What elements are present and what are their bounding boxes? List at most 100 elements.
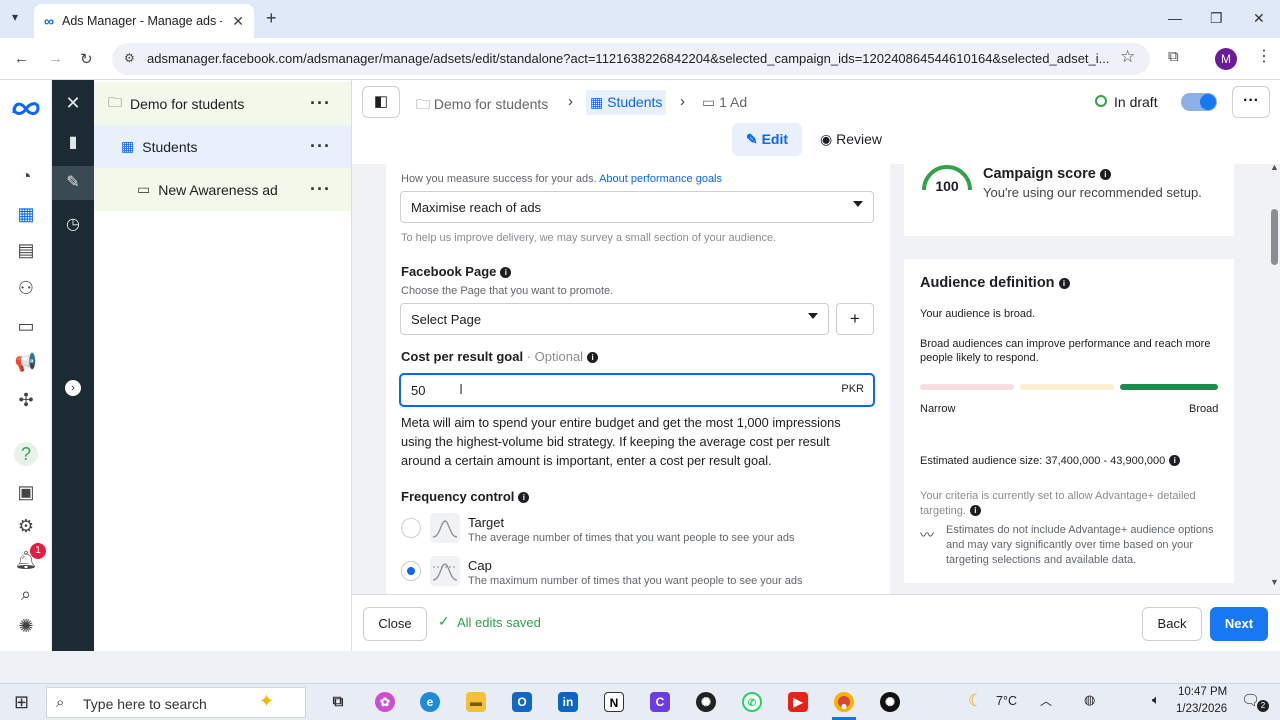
- close-tab-icon[interactable]: ✕: [232, 13, 244, 30]
- tree-item-campaign[interactable]: 🗀 Demo for students ···: [94, 82, 351, 125]
- crumb-adset[interactable]: ▦ Students: [586, 90, 667, 115]
- ad-icon: ▭: [137, 181, 151, 197]
- draft-toggle[interactable]: [1181, 93, 1217, 111]
- estimated-audience-size: Estimated audience size: 37,400,000 - 43…: [920, 455, 1181, 467]
- info-icon[interactable]: i: [1099, 169, 1111, 180]
- tab-list-chevron-icon[interactable]: ▾: [12, 10, 18, 24]
- weather-temp[interactable]: 7°C: [996, 694, 1017, 708]
- canva-icon[interactable]: C: [650, 692, 670, 712]
- facebook-page-select[interactable]: Select Page: [400, 303, 829, 335]
- ads-megaphone-icon[interactable]: 📢: [14, 350, 38, 374]
- back-button[interactable]: Back: [1142, 607, 1202, 641]
- info-icon[interactable]: i: [587, 352, 599, 363]
- cost-goal-input[interactable]: 50 I PKR: [400, 374, 874, 406]
- history-clock-icon[interactable]: ◷: [52, 208, 94, 242]
- ad-more-icon[interactable]: ···: [310, 179, 331, 200]
- frequency-target-title: Target: [468, 515, 505, 530]
- copilot-icon[interactable]: ✿: [375, 692, 395, 712]
- info-icon[interactable]: i: [1169, 455, 1181, 466]
- site-info-icon[interactable]: ⚙: [124, 51, 135, 65]
- header-more-icon[interactable]: ···: [1232, 86, 1270, 118]
- restore-icon[interactable]: ❐: [1210, 10, 1223, 27]
- close-window-icon[interactable]: ✕: [1253, 10, 1265, 27]
- adset-more-icon[interactable]: ···: [310, 136, 331, 157]
- url-input[interactable]: ⚙ adsmanager.facebook.com/adsmanager/man…: [112, 43, 1150, 75]
- tree-item-adset[interactable]: ▦ Students ···: [94, 125, 351, 168]
- notion-icon[interactable]: N: [604, 692, 624, 712]
- more-menu-icon[interactable]: ⋮: [1256, 46, 1272, 66]
- fb-page-label: Facebook Page i: [401, 264, 512, 279]
- search-icon[interactable]: ⌕: [14, 582, 38, 606]
- reports-icon[interactable]: ▣: [14, 480, 38, 504]
- campaigns-table-icon[interactable]: ▦: [14, 202, 38, 226]
- chatgpt-icon[interactable]: ✺: [696, 692, 716, 712]
- taskbar-search-input[interactable]: ⌕ Type here to search ✦: [46, 687, 306, 718]
- info-icon[interactable]: i: [518, 492, 530, 503]
- info-icon[interactable]: i: [1058, 278, 1070, 289]
- whatsapp-icon[interactable]: ✆: [742, 692, 762, 712]
- dashboard-icon[interactable]: ◔: [14, 164, 38, 188]
- frequency-cap-radio[interactable]: [401, 561, 421, 581]
- next-button[interactable]: Next: [1210, 607, 1268, 641]
- settings-gear-icon[interactable]: ⚙: [14, 514, 38, 538]
- adset-settings-card: How you measure success for your ads. Ab…: [386, 164, 890, 594]
- scroll-down-icon[interactable]: ▼: [1270, 577, 1279, 587]
- performance-goal-select[interactable]: Maximise reach of ads: [400, 191, 874, 223]
- info-icon[interactable]: i: [500, 267, 512, 278]
- chrome-icon[interactable]: ●: [834, 692, 854, 713]
- new-tab-icon[interactable]: +: [266, 8, 277, 29]
- task-view-icon[interactable]: ⧉: [328, 692, 348, 712]
- campaign-more-icon[interactable]: ···: [310, 93, 331, 114]
- file-explorer-icon[interactable]: ▬: [466, 692, 486, 712]
- frequency-target-radio[interactable]: [401, 518, 421, 538]
- minimize-icon[interactable]: —: [1168, 10, 1182, 26]
- back-icon[interactable]: ←: [14, 50, 29, 67]
- profile-avatar[interactable]: M: [1215, 48, 1237, 70]
- charts-icon[interactable]: ▮: [52, 126, 94, 160]
- browser-tab[interactable]: ∞ Ads Manager - Manage ads - A ✕: [34, 4, 254, 38]
- extensions-icon[interactable]: ⧉: [1168, 48, 1179, 65]
- toggle-sidebar-icon[interactable]: ◧: [362, 86, 400, 118]
- billing-icon[interactable]: ▭: [14, 314, 38, 338]
- crumb-ad[interactable]: ▭ 1 Ad: [702, 94, 747, 111]
- expand-chevron-icon[interactable]: ›: [52, 370, 94, 404]
- edge-icon[interactable]: e: [420, 692, 440, 712]
- campaign-tree: 🗀 Demo for students ··· ▦ Students ··· ▭…: [94, 80, 352, 651]
- crumb-campaign[interactable]: 🗀 Demo for students: [416, 94, 548, 118]
- outlook-icon[interactable]: O: [512, 692, 532, 712]
- meta-logo-icon[interactable]: [11, 100, 41, 116]
- draft-status-icon: [1095, 95, 1107, 107]
- close-editor-icon[interactable]: ✕: [52, 86, 94, 120]
- tree-item-ad[interactable]: ▭ New Awareness ad ···: [94, 168, 351, 211]
- help-icon[interactable]: ?: [14, 442, 38, 466]
- clock-date[interactable]: 1/23/2026: [1176, 703, 1227, 715]
- add-page-button[interactable]: +: [836, 303, 874, 335]
- business-network-icon[interactable]: ✣: [14, 388, 38, 412]
- scrollbar-thumb[interactable]: [1271, 209, 1278, 265]
- windows-start-icon[interactable]: ⊞: [14, 692, 29, 713]
- content-scrollbar[interactable]: ▲ ▼: [1268, 162, 1280, 594]
- youtube-icon[interactable]: ▶: [788, 692, 808, 712]
- bug-report-icon[interactable]: ✺: [14, 614, 38, 638]
- review-tab[interactable]: ◉ Review: [820, 131, 882, 148]
- pages-icon[interactable]: ▤: [14, 238, 38, 262]
- clock-time[interactable]: 10:47 PM: [1178, 686, 1227, 698]
- network-icon[interactable]: ◍: [1084, 692, 1095, 708]
- forward-icon[interactable]: →: [48, 50, 63, 67]
- edit-tab[interactable]: ✎ Edit: [732, 123, 802, 156]
- close-button[interactable]: Close: [363, 607, 427, 641]
- notification-count: 2: [1257, 700, 1269, 712]
- reload-icon[interactable]: ↻: [80, 50, 93, 68]
- linkedin-icon[interactable]: in: [558, 692, 578, 712]
- fb-page-help: Choose the Page that you want to promote…: [401, 285, 614, 297]
- edit-pencil-icon[interactable]: ✎: [52, 166, 94, 200]
- audiences-icon[interactable]: ⚇: [14, 276, 38, 300]
- scroll-up-icon[interactable]: ▲: [1270, 162, 1279, 172]
- weather-moon-icon[interactable]: ☾: [968, 691, 983, 711]
- info-icon[interactable]: i: [969, 505, 981, 516]
- speaker-icon[interactable]: 🔈︎: [1152, 692, 1160, 708]
- bookmark-star-icon[interactable]: ☆: [1120, 47, 1135, 67]
- chatgpt-app-icon[interactable]: ✺: [880, 692, 900, 712]
- tray-up-icon[interactable]: ︿: [1040, 692, 1052, 709]
- perf-goal-link[interactable]: About performance goals: [599, 173, 722, 185]
